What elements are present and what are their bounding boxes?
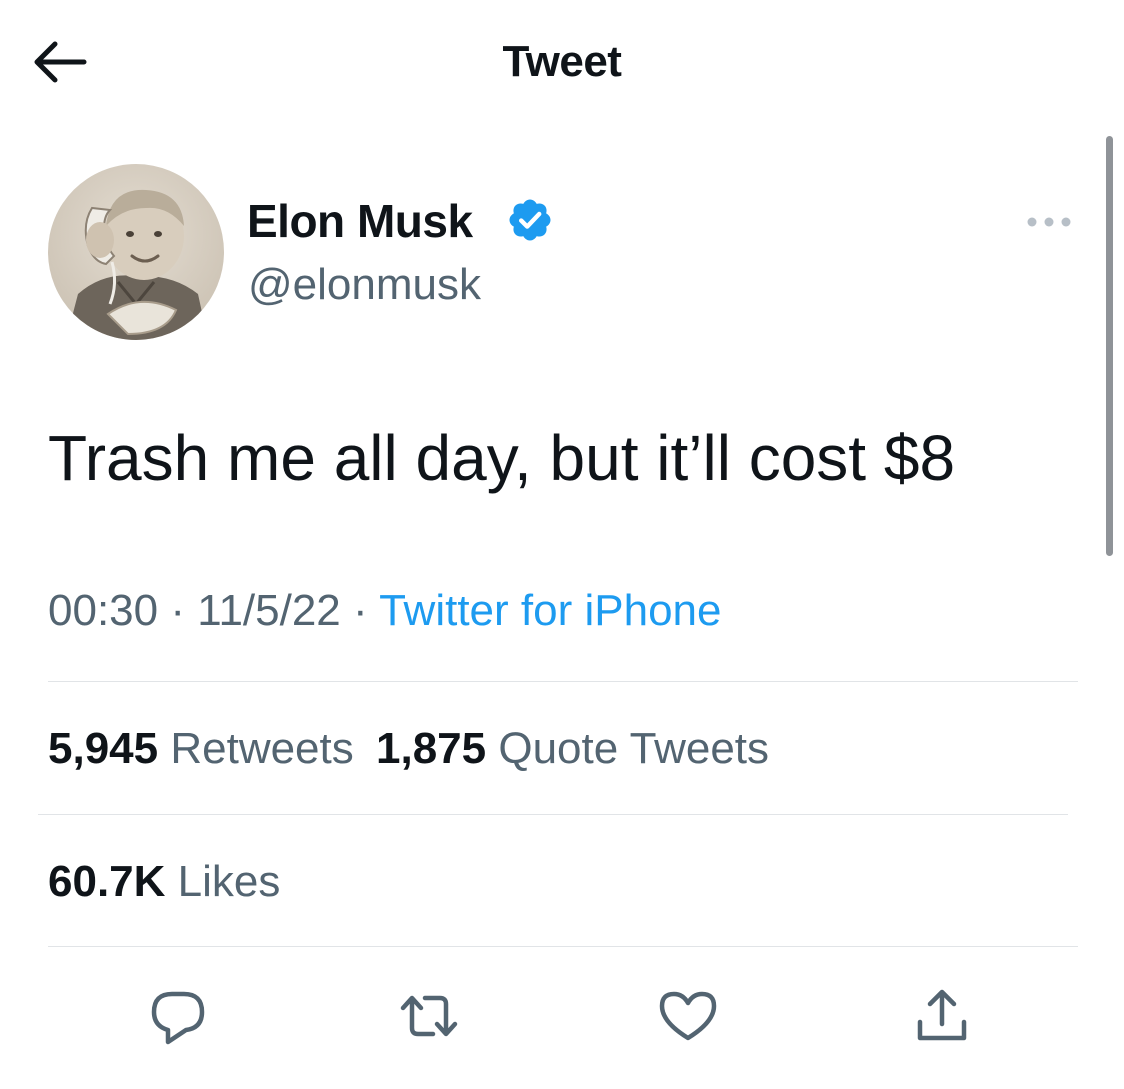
share-icon (917, 989, 967, 1041)
scrollbar[interactable] (1106, 136, 1113, 556)
likes-stat[interactable]: 60.7K Likes (48, 857, 280, 906)
likes-stats-row: 60.7K Likes (48, 856, 280, 908)
meta-separator: · (170, 586, 185, 635)
tweet-source-link[interactable]: Twitter for iPhone (379, 586, 721, 635)
likes-count: 60.7K (48, 857, 166, 906)
share-button[interactable] (910, 984, 974, 1048)
tweet-metadata: 00:30 · 11/5/22 · Twitter for iPhone (48, 585, 721, 637)
top-bar: Tweet (0, 0, 1124, 124)
tweet-time[interactable]: 00:30 (48, 586, 158, 635)
avatar[interactable] (48, 164, 224, 340)
like-icon (659, 991, 717, 1041)
retweet-button[interactable] (397, 984, 461, 1048)
retweet-stats-row: 5,945 Retweets 1,875 Quote Tweets (48, 723, 769, 775)
divider (38, 814, 1068, 815)
page-title: Tweet (502, 37, 622, 86)
quote-tweets-stat[interactable]: 1,875 Quote Tweets (376, 724, 769, 773)
reply-button[interactable] (146, 984, 210, 1048)
author-handle[interactable]: @elonmusk (248, 259, 481, 311)
quote-tweets-count: 1,875 (376, 724, 487, 773)
reply-icon (151, 991, 205, 1045)
more-horizontal-icon (1027, 217, 1071, 227)
author-name[interactable]: Elon Musk (247, 193, 473, 249)
verified-badge-icon (509, 199, 551, 241)
retweets-count: 5,945 (48, 724, 159, 773)
tweet-date[interactable]: 11/5/22 (197, 586, 341, 635)
retweets-label: Retweets (170, 724, 354, 773)
likes-label: Likes (177, 857, 281, 906)
tweet-text: Trash me all day, but it’ll cost $8 (48, 422, 956, 494)
retweets-stat[interactable]: 5,945 Retweets (48, 724, 366, 773)
quote-tweets-label: Quote Tweets (498, 724, 770, 773)
divider (48, 681, 1078, 682)
divider (48, 946, 1078, 947)
more-options-button[interactable] (1024, 210, 1074, 234)
avatar-photo (48, 164, 224, 340)
retweet-icon (400, 995, 458, 1037)
like-button[interactable] (656, 984, 720, 1048)
meta-separator: · (353, 586, 368, 635)
